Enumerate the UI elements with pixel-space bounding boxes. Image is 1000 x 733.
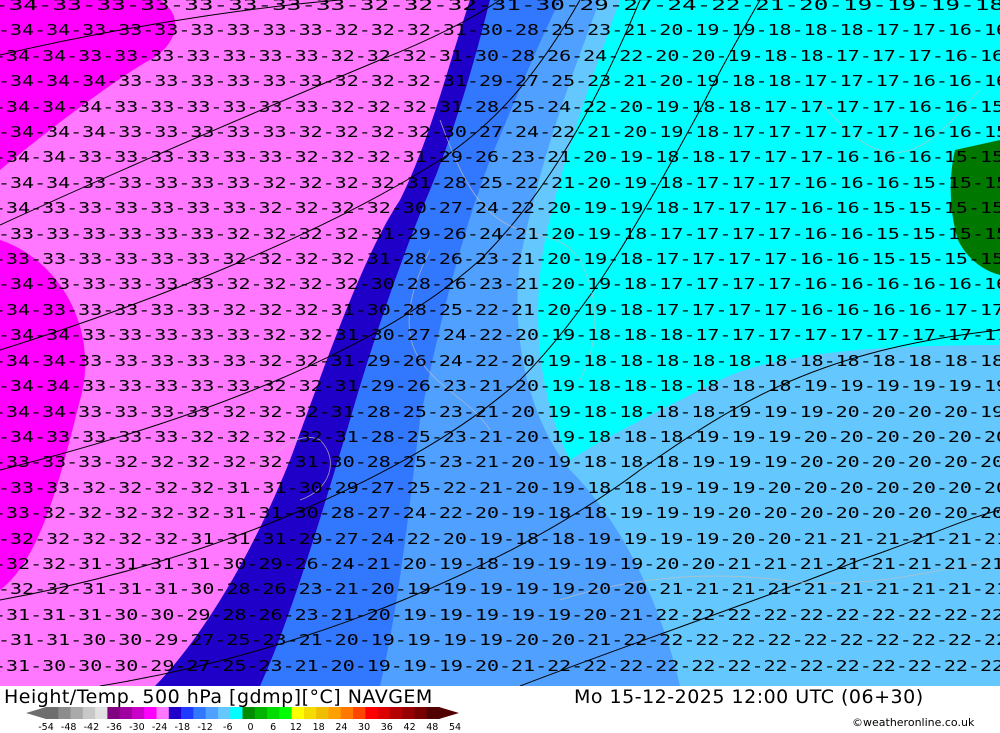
- legend-swatch: [291, 707, 305, 719]
- legend-swatch: [119, 707, 133, 719]
- legend-arrow-left: [26, 707, 46, 719]
- legend-swatch: [70, 707, 84, 719]
- legend-swatches: [46, 707, 440, 719]
- isotherm-row: -33-33-33-33-33-33-32-32-32-32-31-28-26-…: [0, 250, 1000, 268]
- legend-tick: 30: [358, 722, 370, 733]
- legend-tick: 54: [449, 722, 461, 733]
- isotherm-row: -34-34-34-33-33-33-33-33-32-32-32-32-30-…: [0, 123, 1000, 141]
- legend-swatch: [205, 707, 219, 719]
- legend-swatch: [402, 707, 415, 719]
- isotherm-row: -34-33-33-33-33-33-32-32-32-32-30-28-26-…: [0, 275, 1000, 293]
- legend-swatch: [156, 707, 170, 719]
- isotherm-row: -34-34-34-33-33-33-33-33-33-32-32-32-31-…: [0, 98, 1000, 116]
- legend-tick: 48: [426, 722, 438, 733]
- isotherm-row: -34-33-33-33-33-33-32-32-32-31-30-28-25-…: [0, 301, 1000, 319]
- legend-swatch: [46, 707, 59, 719]
- legend-swatch: [267, 707, 280, 719]
- legend-swatch: [181, 707, 194, 719]
- legend-swatch: [340, 707, 354, 719]
- legend-tick: 42: [404, 722, 416, 733]
- isotherm-row: -34-34-33-33-33-33-32-32-32-31-28-25-23-…: [0, 403, 1000, 421]
- legend-swatch: [242, 707, 256, 719]
- legend-tick: -30: [129, 722, 145, 733]
- legend-swatch: [107, 707, 121, 719]
- legend-tick: -48: [61, 722, 77, 733]
- isotherm-row: -34-34-33-33-33-33-33-32-32-31-30-27-24-…: [0, 326, 1000, 344]
- legend-swatch: [168, 707, 182, 719]
- isotherm-row: -31-31-30-30-29-27-25-23-21-20-19-19-19-…: [0, 631, 1000, 649]
- legend-swatch: [316, 707, 329, 719]
- legend-swatch: [217, 707, 231, 719]
- legend-swatch: [95, 707, 108, 719]
- legend-tick: 24: [335, 722, 347, 733]
- legend-tick: 6: [270, 722, 276, 733]
- forecast-datetime: Mo 15-12-2025 12:00 UTC (06+30): [574, 686, 924, 708]
- isotherm-row: -33-33-32-32-32-32-31-31-30-29-27-25-22-…: [0, 479, 1000, 497]
- isotherm-row: -34-33-33-33-33-33-33-32-32-32-32-30-27-…: [0, 199, 1000, 217]
- legend-swatch: [193, 707, 207, 719]
- isotherm-row: -31-31-31-30-30-29-28-26-23-21-20-19-19-…: [0, 606, 1000, 624]
- legend-swatch: [365, 707, 378, 719]
- legend-tick-labels: -54 -48 -42 -36 -30 -24 -18 -12 -6 0 6 12 18 24 30 36 42…: [38, 722, 461, 733]
- footer-bar: Height/Temp. 500 hPa [gdmp][°C] NAVGEM M…: [0, 686, 1000, 733]
- isotherm-row: -34-34-33-33-33-33-33-33-33-32-32-32-31-…: [0, 47, 1000, 65]
- legend-tick: -18: [175, 722, 191, 733]
- legend-arrow-right: [439, 707, 459, 719]
- credit-link[interactable]: ©weatheronline.co.uk: [852, 716, 974, 729]
- isotherm-row: -34-33-33-33-33-33-33-33-32-32-32-31-30-…: [0, 0, 1000, 14]
- legend-tick: 18: [313, 722, 325, 733]
- legend-tick: -24: [152, 722, 168, 733]
- isotherm-row: -32-32-31-31-31-30-28-26-23-21-20-19-19-…: [0, 580, 1000, 598]
- isotherm-row: -34-34-33-33-33-33-33-32-32-31-29-26-24-…: [0, 352, 1000, 370]
- legend-tick: -42: [84, 722, 100, 733]
- legend-swatch: [389, 707, 403, 719]
- legend-swatch: [254, 707, 268, 719]
- weather-map: -34-33-33-33-33-33-33-33-32-32-32-31-30-…: [0, 0, 1000, 686]
- legend-swatch: [303, 707, 317, 719]
- legend-tick: -54: [38, 722, 54, 733]
- legend-swatch: [377, 707, 391, 719]
- isotherm-row: -34-34-33-33-33-33-33-33-33-32-32-32-31-…: [0, 21, 1000, 39]
- isotherm-row: -33-32-32-32-32-32-31-31-30-28-27-24-22-…: [0, 504, 1000, 522]
- isotherm-row: -34-34-34-33-33-33-33-33-33-32-32-32-31-…: [0, 72, 1000, 90]
- legend-tick: 36: [381, 722, 393, 733]
- color-legend: -54 -48 -42 -36 -30 -24 -18 -12 -6 0 6 12 18 24 30 36 42…: [26, 707, 461, 733]
- legend-swatch: [426, 707, 440, 719]
- isotherm-row: -34-34-33-33-33-33-33-32-32-31-29-26-23-…: [0, 377, 1000, 395]
- isotherm-row: -32-32-31-31-31-31-30-29-26-24-21-20-19-…: [0, 555, 1000, 573]
- legend-tick: -36: [106, 722, 122, 733]
- isotherm-row: -32-32-32-32-32-31-31-31-29-27-24-22-20-…: [0, 530, 1000, 548]
- isotherm-row: -34-33-33-33-33-32-32-32-32-31-28-25-23-…: [0, 428, 1000, 446]
- legend-tick: -12: [197, 722, 213, 733]
- isotherm-row: -31-30-30-30-29-27-25-23-21-20-19-19-19-…: [0, 657, 1000, 675]
- isotherm-row: -34-34-33-33-33-33-33-32-32-32-32-31-28-…: [0, 174, 1000, 192]
- legend-swatch: [144, 707, 157, 719]
- isotherm-row: -33-33-33-32-32-32-32-32-31-30-28-25-23-…: [0, 453, 1000, 471]
- legend-tick: 0: [247, 722, 253, 733]
- legend-swatch: [414, 707, 428, 719]
- legend-swatch: [279, 707, 293, 719]
- isotherm-row: -33-33-33-33-33-33-32-32-32-32-31-29-26-…: [0, 225, 1000, 243]
- legend-swatch: [353, 707, 366, 719]
- legend-swatch: [131, 707, 145, 719]
- legend-tick: -6: [223, 722, 232, 733]
- legend-swatch: [328, 707, 342, 719]
- legend-swatch: [230, 707, 243, 719]
- legend-swatch: [58, 707, 71, 719]
- legend-swatch: [82, 707, 96, 719]
- isotherm-row: -34-34-33-33-33-33-33-33-32-32-32-31-29-…: [0, 148, 1000, 166]
- legend-tick: 12: [290, 722, 302, 733]
